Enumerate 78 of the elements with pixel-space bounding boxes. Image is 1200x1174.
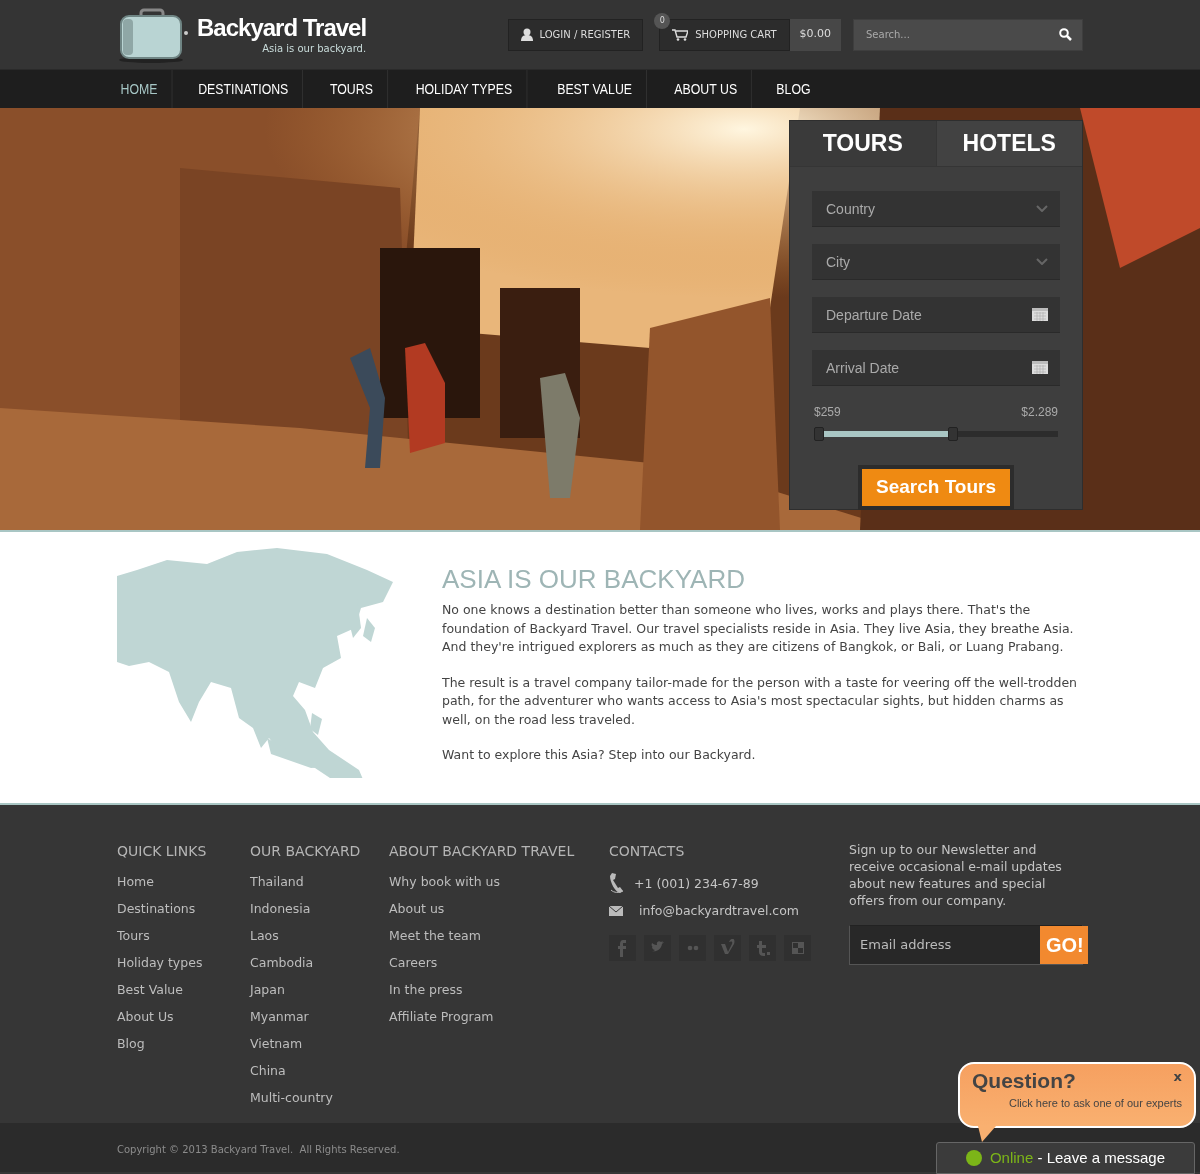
chevron-down-icon bbox=[1036, 258, 1048, 265]
footer-link[interactable]: Laos bbox=[250, 926, 389, 945]
search-icon[interactable] bbox=[1059, 28, 1072, 41]
price-slider[interactable] bbox=[814, 427, 1058, 441]
footer-link[interactable]: Japan bbox=[250, 980, 389, 999]
cart-total: $0.00 bbox=[789, 18, 841, 51]
slider-handle[interactable] bbox=[948, 427, 959, 441]
user-icon bbox=[520, 28, 533, 41]
footer-link[interactable]: Thailand bbox=[250, 872, 389, 891]
nav-link[interactable]: BLOG bbox=[762, 70, 825, 108]
cart-icon bbox=[672, 28, 689, 41]
price-max: $2.289 bbox=[1021, 404, 1058, 421]
calendar-icon bbox=[1032, 308, 1048, 321]
cart-count-badge: 0 bbox=[654, 12, 671, 29]
search-box[interactable]: Search... bbox=[853, 18, 1083, 51]
newsletter-text: Sign up to our Newsletter and receive occasional e-mail updates about new features and special offers from our company. bbox=[849, 841, 1063, 909]
date-picker[interactable]: Arrival Date bbox=[812, 350, 1060, 386]
footer-link[interactable]: Vietnam bbox=[250, 1034, 389, 1053]
social-icon[interactable] bbox=[679, 935, 706, 961]
paragraph: Want to explore this Asia? Step into our Backyard. bbox=[442, 746, 757, 765]
chat-subtitle[interactable]: Click here to ask one of our experts bbox=[972, 1095, 1182, 1112]
social-icon[interactable] bbox=[784, 935, 811, 961]
footer-link[interactable]: China bbox=[250, 1061, 389, 1080]
dropdown[interactable]: City bbox=[812, 244, 1060, 280]
price-min: $259 bbox=[814, 404, 841, 421]
social-icon[interactable] bbox=[609, 935, 636, 961]
footer-link[interactable]: In the press bbox=[389, 980, 609, 999]
footer-link[interactable]: Blog bbox=[117, 1034, 250, 1053]
footer-link[interactable]: Home bbox=[117, 872, 250, 891]
login-button[interactable]: LOGIN / REGISTER bbox=[507, 18, 644, 51]
envelope-icon bbox=[609, 905, 623, 916]
footer-link[interactable]: Myanmar bbox=[250, 1007, 389, 1026]
chevron-down-icon bbox=[1036, 205, 1048, 212]
logo-title[interactable]: Backyard Travel bbox=[197, 15, 367, 40]
calendar-icon bbox=[1032, 361, 1048, 374]
footer-link[interactable]: Affiliate Program bbox=[389, 1007, 609, 1026]
footer-link[interactable]: Why book with us bbox=[389, 872, 609, 891]
footer-link[interactable]: Indonesia bbox=[250, 899, 389, 918]
chat-bar[interactable]: Online - Leave a message bbox=[936, 1142, 1195, 1174]
close-button[interactable]: x bbox=[1173, 1070, 1182, 1083]
social-icon[interactable] bbox=[749, 935, 776, 961]
chat-title: Question? bbox=[972, 1070, 1076, 1091]
footer-link[interactable]: Multi-country bbox=[250, 1088, 389, 1107]
select-field[interactable]: Country bbox=[824, 190, 1036, 227]
footer-link[interactable]: Destinations bbox=[117, 899, 250, 918]
social-icon[interactable] bbox=[714, 935, 741, 961]
footer-link[interactable]: About Us bbox=[117, 1007, 250, 1026]
footer-link[interactable]: Best Value bbox=[117, 980, 250, 999]
column-heading: OUR BACKYARD bbox=[250, 842, 362, 861]
phone-number: +1 (001) 234-67-89 bbox=[634, 874, 759, 892]
social-icon[interactable] bbox=[644, 935, 671, 961]
footer-link[interactable]: Meet the team bbox=[389, 926, 609, 945]
suitcase-icon bbox=[117, 6, 189, 63]
search-field[interactable]: Search... bbox=[864, 26, 1059, 43]
footer-link[interactable]: Careers bbox=[389, 953, 609, 972]
select-field[interactable]: City bbox=[824, 243, 1036, 280]
chat-status: Online - Leave a message bbox=[989, 1147, 1166, 1168]
logo-tagline: Asia is our backyard. bbox=[261, 43, 367, 54]
tab[interactable]: TOURS bbox=[790, 121, 937, 167]
date-picker[interactable]: Departure Date bbox=[812, 297, 1060, 333]
phone-icon bbox=[609, 872, 626, 894]
footer-link[interactable]: Tours bbox=[117, 926, 250, 945]
tab[interactable]: HOTELS bbox=[936, 121, 1082, 167]
paragraph: No one knows a destination better than someone who lives, works and plays there. That's the foundation of Backyard Travel. Our travel specialists reside in Asia. They live Asia, they breathe Asia. And they're intrigued explorers as much as they are citizens of Bangkok, or Bali, or Luang Prabang. bbox=[442, 601, 1075, 657]
column-heading: ABOUT BACKYARD TRAVEL bbox=[389, 842, 576, 861]
paragraph: The result is a travel company tailor-made for the person with a taste for veering off the well-trodden path, for the adventurer who wants access to Asia's most spectacular sights, but hidden charms as well, on the road less traveled. bbox=[442, 673, 1078, 729]
footer-link[interactable]: Holiday types bbox=[117, 953, 250, 972]
footer-link[interactable]: Cambodia bbox=[250, 953, 389, 972]
copyright-text: Copyright © 2013 Backyard Travel. All Rights Reserved. bbox=[117, 1143, 400, 1155]
date-field[interactable]: Departure Date bbox=[824, 296, 1032, 333]
slider-handle[interactable] bbox=[814, 427, 824, 441]
column-heading: CONTACTS bbox=[609, 842, 686, 861]
dropdown[interactable]: Country bbox=[812, 191, 1060, 227]
footer-link[interactable]: About us bbox=[389, 899, 609, 918]
section-title: ASIA IS OUR BACKYARD bbox=[442, 564, 746, 596]
date-field[interactable]: Arrival Date bbox=[824, 349, 1032, 386]
email-link[interactable]: info@backyardtravel.com bbox=[639, 902, 800, 919]
column-heading: QUICK LINKS bbox=[117, 842, 208, 861]
